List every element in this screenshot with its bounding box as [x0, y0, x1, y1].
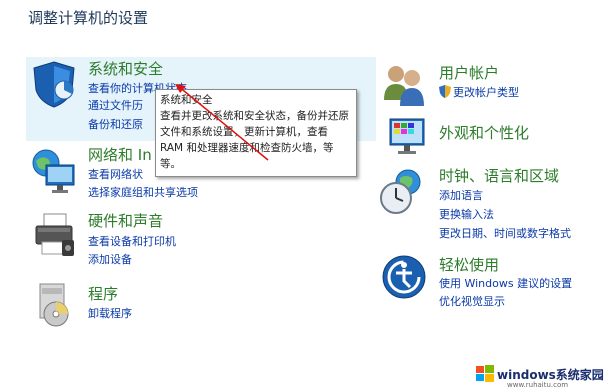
- annotation-arrow: [175, 84, 269, 161]
- windows-logo-icon: [476, 365, 494, 382]
- watermark-logo: [476, 365, 494, 387]
- watermark-url: www.ruhaitu.com: [507, 381, 569, 389]
